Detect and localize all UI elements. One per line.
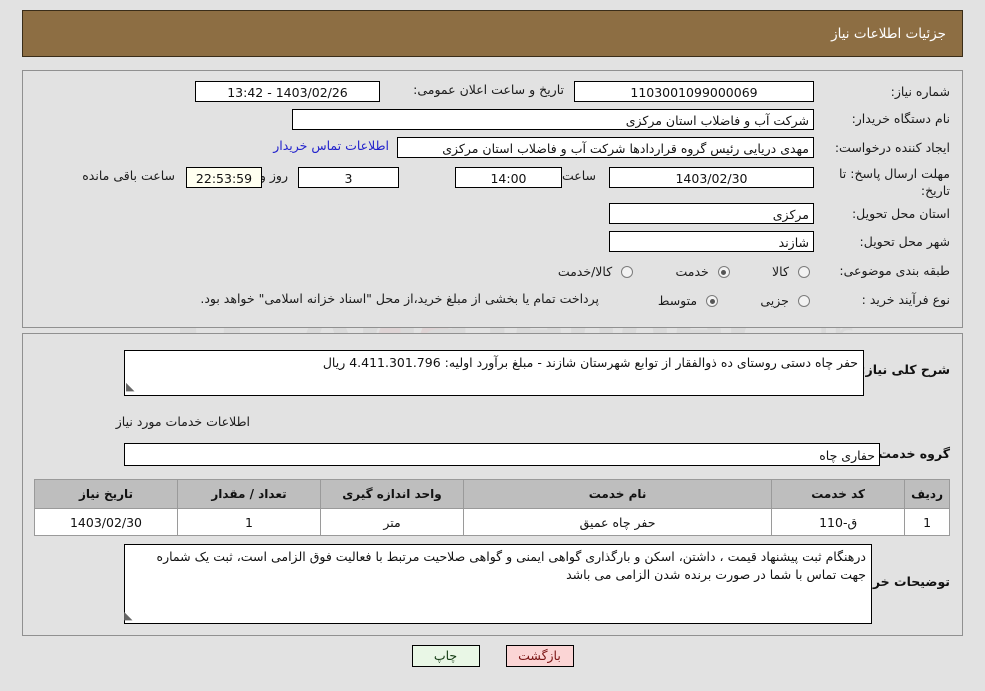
table-header-row: ردیف کد خدمت نام خدمت واحد اندازه گیری ت… [34,479,950,509]
radio-purchase-medium[interactable] [706,295,719,307]
radio-label-category-goods-service: کالا/خدمت [557,264,613,279]
label-city: شهر محل تحویل: [859,234,950,249]
label-need-number: شماره نیاز: [890,84,950,99]
label-days: روز و [259,168,288,183]
services-panel: شرح کلی نیاز: ◢ اطلاعات خدمات مورد نیاز … [22,333,963,636]
radio-label-purchase-minor: جزیی [760,293,789,308]
label-announce-datetime: تاریخ و ساعت اعلان عمومی: [413,82,564,97]
deadline-date-field[interactable]: 1403/02/30 [609,167,814,188]
requester-field[interactable]: مهدی دریایی رئیس گروه قراردادها شرکت آب … [397,137,814,158]
footer-button-bar: بازگشت چاپ [0,645,985,667]
label-service-group: گروه خدمت: [873,446,950,461]
announce-datetime-field[interactable]: 1403/02/26 - 13:42 [195,81,380,102]
table-row: 1 ق-110 حفر چاه عمیق متر 1 1403/02/30 [34,508,950,536]
treasury-note-text: پرداخت تمام یا بخشی از مبلغ خرید،از محل … [200,291,599,306]
th-service-code: کد خدمت [771,479,906,509]
th-service-name: نام خدمت [462,479,773,509]
service-group-field[interactable]: حفاری چاه [124,443,880,466]
radio-category-goods[interactable] [798,266,810,278]
need-info-panel: شماره نیاز: نام دستگاه خریدار: ایجاد کنن… [22,70,963,328]
th-unit: واحد اندازه گیری [320,479,464,509]
purchase-type-radio-group: جزیی متوسط [656,290,814,309]
radio-label-category-goods: کالا [772,264,789,279]
page-header-bar: جزئیات اطلاعات نیاز [22,10,963,57]
label-remaining: ساعت باقی مانده [82,168,175,183]
city-field[interactable]: شازند [609,231,814,252]
cell-service-name: حفر چاه عمیق [462,508,773,536]
page-title: جزئیات اطلاعات نیاز [831,25,946,42]
cell-unit: متر [320,508,464,536]
radio-label-category-service: خدمت [675,264,709,279]
cell-need-date: 1403/02/30 [34,508,178,536]
label-purchase-type: نوع فرآیند خرید : [861,292,950,307]
radio-category-service[interactable] [717,266,730,278]
cell-quantity: 1 [177,508,321,536]
buyer-notes-textarea[interactable] [124,544,872,624]
buyer-contact-link[interactable]: اطلاعات تماس خریدار [273,138,389,153]
label-category: طبقه بندی موضوعی: [839,263,950,278]
radio-purchase-minor[interactable] [798,295,810,307]
print-button[interactable]: چاپ [411,645,480,667]
cell-service-code: ق-110 [771,508,906,536]
general-description-textarea[interactable] [124,350,864,396]
label-deadline-time: ساعت [561,168,596,183]
label-province: استان محل تحویل: [851,206,950,221]
label-general-description: شرح کلی نیاز: [860,362,950,377]
label-buyer-org: نام دستگاه خریدار: [851,111,950,126]
page-root: AriaTender .ir جزئیات اطلاعات نیاز شماره… [0,0,985,691]
cell-row-number: 1 [904,508,950,536]
remaining-days-field[interactable]: 3 [298,167,399,188]
radio-label-purchase-medium: متوسط [657,293,698,308]
services-section-title: اطلاعات خدمات مورد نیاز [115,414,250,429]
radio-category-goods-service[interactable] [621,266,634,278]
buyer-org-field[interactable]: شرکت آب و فاضلاب استان مرکزی [292,109,814,130]
buyer-notes-resize-grip[interactable]: ◢ [124,609,134,622]
label-deadline: مهلت ارسال پاسخ: تا تاریخ: [839,166,950,198]
service-items-table: ردیف کد خدمت نام خدمت واحد اندازه گیری ت… [34,479,950,536]
category-radio-group: کالا خدمت کالا/خدمت [556,261,814,280]
need-number-field[interactable]: 1103001099000069 [574,81,814,102]
th-need-date: تاریخ نیاز [34,479,178,509]
label-requester: ایجاد کننده درخواست: [834,140,950,155]
back-button[interactable]: بازگشت [505,645,574,667]
deadline-time-field[interactable]: 14:00 [455,167,562,188]
province-field[interactable]: مرکزی [609,203,814,224]
countdown-field: 22:53:59 [186,167,262,188]
th-quantity: تعداد / مقدار [177,479,321,509]
th-row-number: ردیف [904,479,950,509]
textarea-resize-grip[interactable]: ◢ [126,380,136,393]
